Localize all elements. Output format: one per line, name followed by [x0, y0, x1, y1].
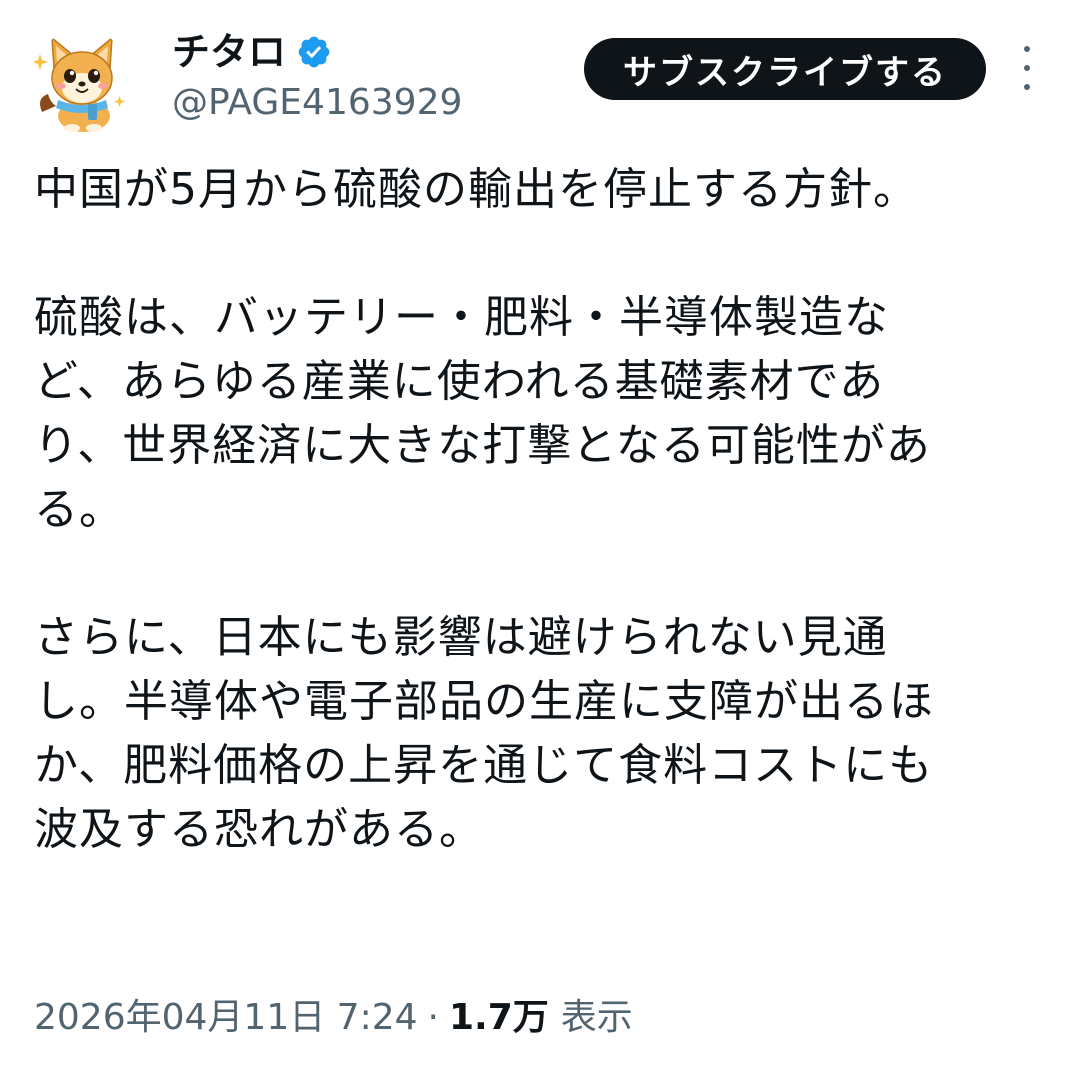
tweet-line: ど、あらゆる産業に使われる基礎素材であ [34, 356, 885, 407]
tweet-line: 硫酸は、バッテリー・肥料・半導体製造な [34, 292, 889, 343]
views-count[interactable]: 1.7万 [449, 990, 549, 1046]
tweet-meta: 2026年04月11日 7:24 · 1.7万 表示 [34, 990, 633, 1046]
tweet-line: る。 [34, 484, 124, 535]
cartoon-dog-avatar-icon [32, 36, 125, 132]
display-name[interactable]: チタロ [172, 26, 332, 78]
tweet-line: 中国が5月から硫酸の輸出を停止する方針。 [34, 164, 918, 215]
meta-separator: · [427, 997, 439, 1038]
tweet-line: り、世界経済に大きな打撃となる可能性があ [34, 420, 931, 471]
tweet-line: し。半導体や電子部品の生産に支障が出るほ [34, 676, 934, 727]
tweet-line: さらに、日本にも影響は避けられない見通 [34, 612, 888, 663]
tweet-text: 中国が5月から硫酸の輸出を停止する方針。 硫酸は、バッテリー・肥料・半導体製造な… [34, 158, 1044, 862]
verified-badge-icon[interactable] [296, 34, 332, 70]
vertical-ellipsis-icon [1024, 84, 1030, 90]
views-label: 表示 [560, 997, 633, 1038]
subscribe-button[interactable]: サブスクライブする [584, 38, 986, 100]
vertical-ellipsis-icon [1024, 46, 1030, 52]
tweet-line: 波及する恐れがある。 [34, 804, 484, 855]
timestamp-link[interactable]: 2026年04月11日 7:24 [34, 990, 418, 1046]
more-options-button[interactable] [1010, 46, 1044, 90]
display-name-text[interactable]: チタロ [172, 26, 286, 78]
vertical-ellipsis-icon [1024, 65, 1030, 71]
user-handle[interactable]: @PAGE4163929 [172, 78, 462, 128]
tweet-line: か、肥料価格の上昇を通じて食料コストにも [34, 740, 934, 791]
avatar[interactable] [30, 30, 134, 134]
